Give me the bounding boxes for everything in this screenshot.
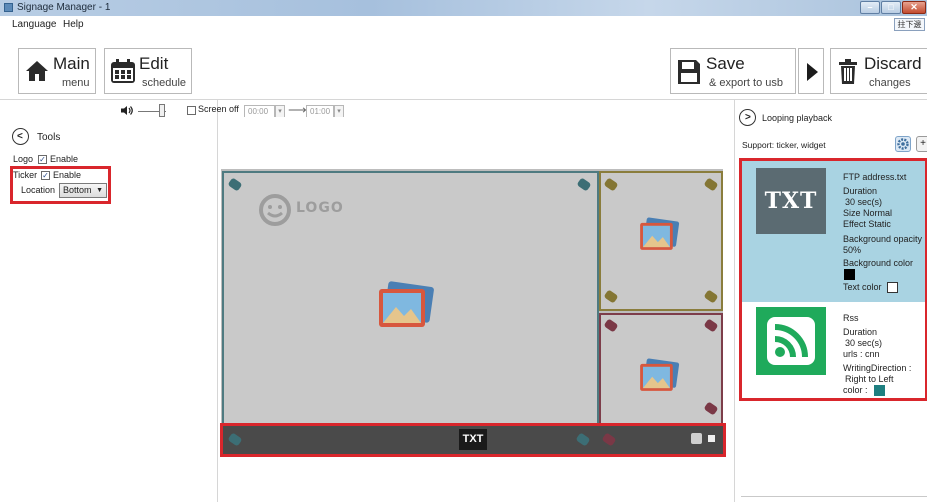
save-export-button[interactable]: Save & export to usb xyxy=(670,48,796,94)
home-icon xyxy=(26,61,48,81)
playlist-header: Looping playback xyxy=(762,113,833,123)
edit-schedule-title: Edit xyxy=(139,54,169,73)
edit-schedule-subtitle: schedule xyxy=(142,77,187,89)
main-menu-button[interactable]: Main menu xyxy=(18,48,96,94)
tools-panel: < Tools Logo ✓ Enable Ticker ✓ Enable Lo… xyxy=(0,100,218,502)
app-icon xyxy=(4,3,13,12)
main-menu-subtitle: menu xyxy=(62,77,90,89)
settings-button[interactable] xyxy=(895,136,911,152)
minimize-icon: – xyxy=(867,2,873,12)
ticker-settings-highlight xyxy=(10,166,111,204)
ticker-bar-highlight xyxy=(220,423,726,457)
gear-icon xyxy=(897,138,909,150)
logo-placeholder-text: LOGO xyxy=(296,200,344,216)
logo-enable-label: Enable xyxy=(50,154,79,164)
play-icon xyxy=(807,63,818,81)
maximize-icon: □ xyxy=(888,2,894,12)
window-title: Signage Manager - 1 xyxy=(17,2,111,13)
save-subtitle: & export to usb xyxy=(709,77,783,89)
screen-off-label: Screen off xyxy=(198,104,239,114)
menu-language[interactable]: Language xyxy=(12,19,57,30)
toolbar: Main menu Edit schedule Save & export to… xyxy=(0,34,927,100)
image-placeholder-icon xyxy=(379,281,434,327)
maximize-button[interactable]: □ xyxy=(881,1,901,14)
discard-subtitle: changes xyxy=(869,77,911,89)
discard-title: Discard xyxy=(864,54,922,73)
chevron-right-icon: > xyxy=(745,112,751,123)
menu-bar: Language Help xyxy=(0,16,927,34)
support-text: Support: ticker, widget xyxy=(742,140,826,150)
arrow-right-icon: ⟶ xyxy=(288,102,307,117)
trash-icon xyxy=(839,59,857,84)
calendar-icon xyxy=(111,59,135,83)
image-placeholder-icon xyxy=(640,358,680,391)
smiley-logo-icon xyxy=(259,194,291,226)
playlist-highlight xyxy=(739,158,927,401)
floppy-disk-icon xyxy=(678,60,700,84)
playlist-panel: > Looping playback Support: ticker, widg… xyxy=(734,100,927,502)
play-button[interactable] xyxy=(798,48,824,94)
tools-label: Tools xyxy=(37,132,61,143)
main-menu-title: Main xyxy=(53,54,90,73)
save-title: Save xyxy=(706,54,745,73)
close-icon: ✕ xyxy=(910,2,918,12)
playlist-toggle-button[interactable]: > xyxy=(739,109,756,126)
divider xyxy=(741,496,927,497)
image-placeholder-icon xyxy=(640,217,680,250)
speaker-icon xyxy=(121,106,133,115)
logo-label: Logo xyxy=(13,154,34,164)
edit-schedule-button[interactable]: Edit schedule xyxy=(104,48,192,94)
minimize-button[interactable]: – xyxy=(860,1,880,14)
logo-enable-checkbox[interactable]: ✓ xyxy=(38,155,47,164)
chevron-left-icon: < xyxy=(17,131,23,142)
volume-slider-thumb[interactable] xyxy=(159,104,165,117)
tools-toggle-button[interactable]: < xyxy=(12,128,29,145)
discard-changes-button[interactable]: Discard changes xyxy=(830,48,927,94)
ime-badge: 拄下邊 xyxy=(894,18,925,31)
close-button[interactable]: ✕ xyxy=(902,1,926,14)
screen-off-checkbox[interactable] xyxy=(187,106,196,115)
title-bar: Signage Manager - 1 – □ ✕ xyxy=(0,0,927,16)
menu-help[interactable]: Help xyxy=(63,19,84,30)
add-item-button[interactable]: + xyxy=(916,136,927,152)
